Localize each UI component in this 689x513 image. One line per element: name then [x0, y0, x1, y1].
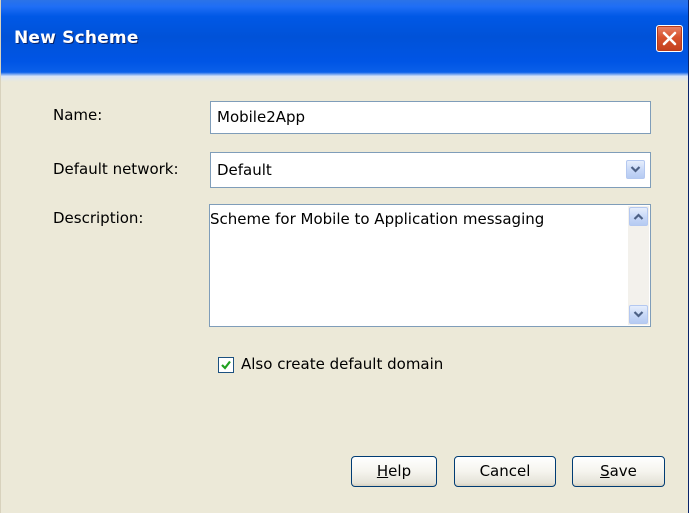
description-textarea[interactable]: Scheme for Mobile to Application messagi… — [209, 204, 651, 327]
dialog-title: New Scheme — [14, 28, 139, 48]
help-mnemonic: H — [376, 462, 389, 480]
save-button[interactable]: Save — [572, 456, 665, 487]
description-scrollbar[interactable] — [628, 206, 649, 325]
checkmark-icon — [221, 360, 231, 370]
default-network-select[interactable]: Default — [210, 152, 651, 188]
chevron-down-icon — [633, 311, 644, 318]
title-bar[interactable]: New Scheme — [1, 0, 688, 82]
close-icon — [662, 31, 677, 46]
scroll-down-button[interactable] — [629, 305, 648, 324]
scroll-up-button[interactable] — [629, 207, 648, 226]
default-domain-label[interactable]: Also create default domain — [241, 355, 443, 373]
description-label: Description: — [53, 209, 144, 227]
name-label: Name: — [53, 106, 103, 124]
default-network-label: Default network: — [53, 160, 179, 178]
save-mnemonic: S — [600, 462, 610, 480]
cancel-label: Cancel — [479, 462, 531, 480]
help-label: elp — [388, 462, 412, 480]
new-scheme-dialog: New Scheme Name: Mobile2App Default netw… — [0, 0, 689, 513]
name-field[interactable]: Mobile2App — [210, 101, 651, 134]
chevron-down-icon — [630, 166, 641, 173]
cancel-button[interactable]: Cancel — [454, 456, 556, 487]
default-network-dropdown-button[interactable] — [626, 160, 645, 179]
close-button[interactable] — [656, 25, 683, 52]
default-network-value: Default — [217, 161, 272, 179]
default-domain-checkbox[interactable] — [218, 357, 234, 373]
chevron-up-icon — [633, 213, 644, 220]
save-label: ave — [609, 462, 637, 480]
description-text: Scheme for Mobile to Application messagi… — [210, 210, 545, 228]
help-button[interactable]: Help — [351, 456, 437, 487]
